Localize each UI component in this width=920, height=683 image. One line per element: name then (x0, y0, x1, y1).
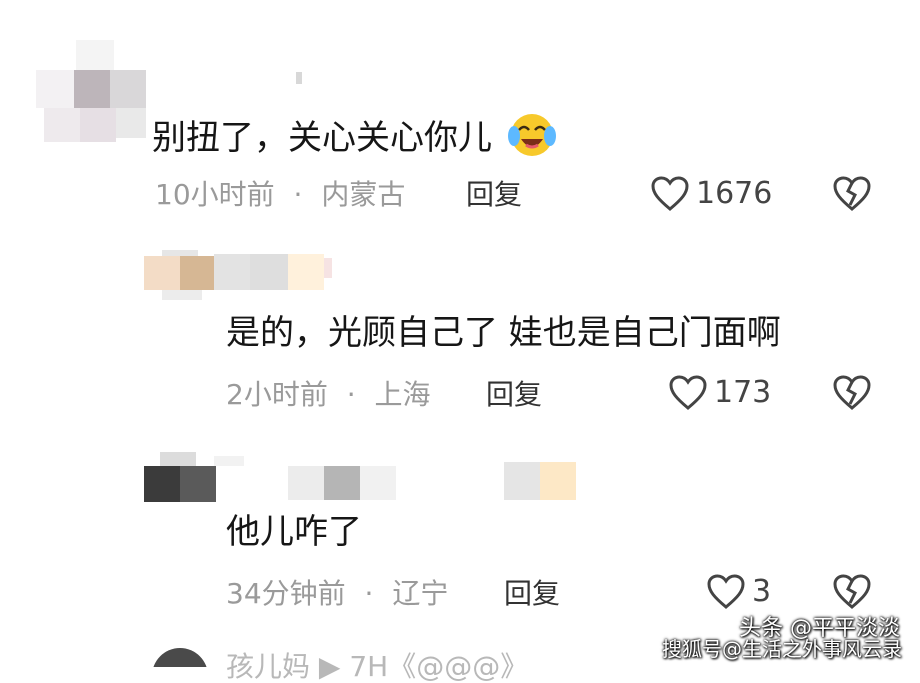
comment-text: 是的，光顾自己了 娃也是自己门面啊 (226, 313, 781, 353)
timestamp: 10小时前 (155, 178, 275, 211)
laughing-crying-face-icon (507, 112, 557, 167)
like-button[interactable]: 1676 (650, 175, 772, 213)
comment-meta: 10小时前 · 内蒙古 (155, 178, 405, 212)
reply-button[interactable]: 回复 (504, 577, 560, 611)
dislike-button[interactable] (832, 374, 872, 416)
meta-separator: · (364, 577, 374, 610)
username-blur (214, 456, 594, 500)
location: 内蒙古 (321, 178, 406, 211)
like-count: 1676 (696, 176, 773, 211)
like-button[interactable]: 173 (668, 374, 771, 412)
avatar[interactable] (144, 452, 218, 504)
location: 辽宁 (392, 577, 449, 610)
broken-heart-icon (833, 176, 871, 211)
avatar[interactable] (152, 648, 208, 667)
comment-body: 别扭了，关心关心你儿 (152, 118, 492, 158)
heart-icon (707, 574, 745, 609)
avatar[interactable] (36, 40, 146, 150)
location: 上海 (374, 378, 431, 411)
watermark-bottom: 搜狐号@生活之外事风云录 (662, 637, 902, 661)
like-count: 3 (752, 574, 772, 609)
timestamp: 2小时前 (226, 378, 328, 411)
reply-button[interactable]: 回复 (486, 378, 542, 412)
timestamp: 34分钟前 (226, 577, 346, 610)
comment-text: 别扭了，关心关心你儿 (152, 112, 557, 167)
like-count: 173 (714, 375, 772, 410)
comment-text: 他儿咋了 (226, 512, 362, 552)
broken-heart-icon (833, 375, 871, 410)
username-blur (214, 254, 334, 290)
avatar[interactable] (144, 250, 214, 300)
dislike-button[interactable] (832, 573, 872, 615)
username-mark (296, 72, 302, 84)
like-button[interactable]: 3 (706, 573, 771, 611)
partial-comment-header: 孩儿妈 ▶ 7H《@@@》 (226, 650, 529, 683)
comment-meta: 34分钟前 · 辽宁 (226, 577, 448, 611)
dislike-button[interactable] (832, 175, 872, 217)
meta-separator: · (346, 378, 356, 411)
comment-meta: 2小时前 · 上海 (226, 378, 431, 412)
reply-button[interactable]: 回复 (466, 178, 522, 212)
broken-heart-icon (833, 574, 871, 609)
heart-icon (651, 176, 689, 211)
meta-separator: · (293, 178, 303, 211)
heart-icon (669, 375, 707, 410)
